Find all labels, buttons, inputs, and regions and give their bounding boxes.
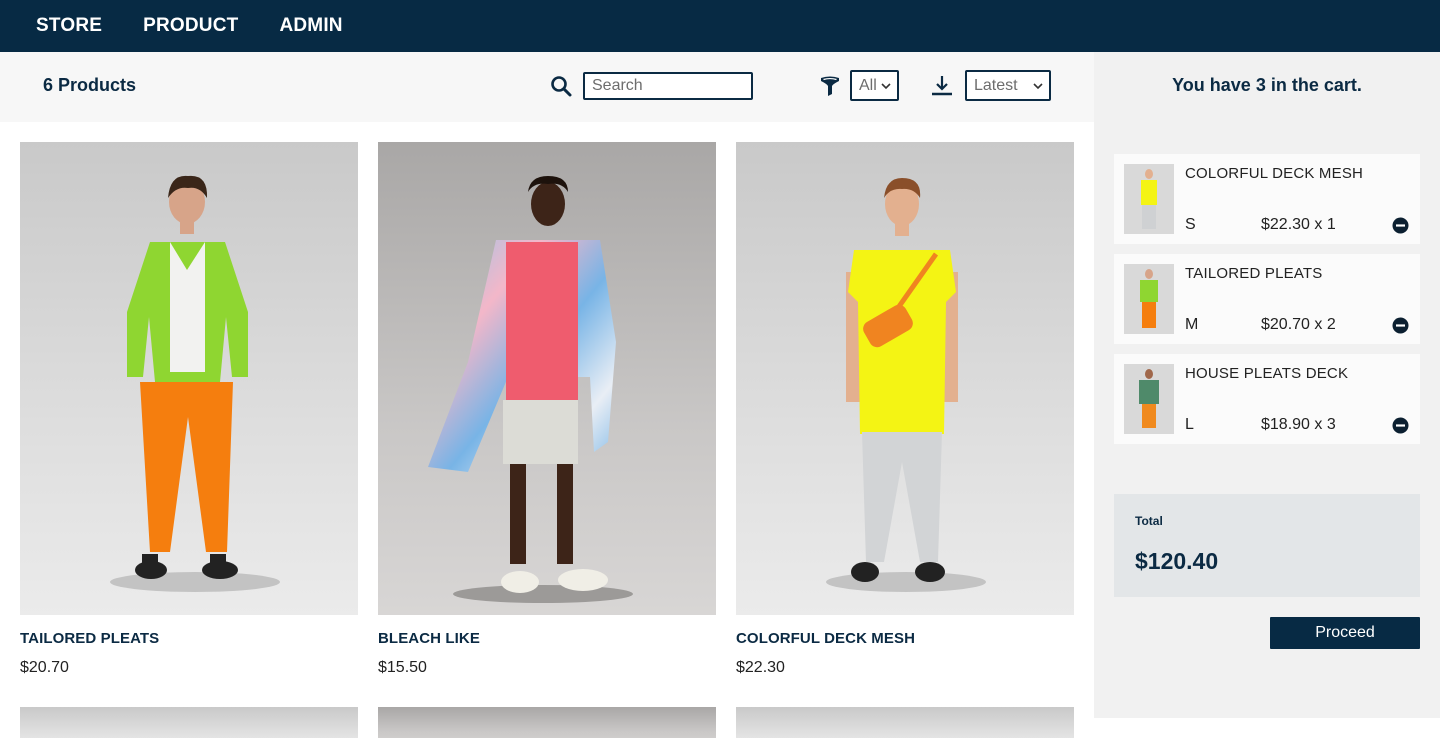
chevron-down-icon: [1033, 83, 1043, 90]
product-image[interactable]: [378, 707, 716, 738]
product-name[interactable]: COLORFUL DECK MESH: [736, 630, 915, 647]
size-filter-value: All: [859, 76, 877, 94]
chevron-down-icon: [881, 83, 891, 90]
size-filter-select[interactable]: All: [850, 70, 899, 101]
cart-item-size: S: [1185, 216, 1196, 233]
sort-icon[interactable]: [930, 75, 954, 97]
cart-sidebar: You have 3 in the cart. COLORFUL DECK ME…: [1094, 52, 1440, 718]
remove-icon[interactable]: [1392, 417, 1409, 434]
product-price: $20.70: [20, 659, 69, 676]
product-image[interactable]: [736, 142, 1074, 615]
product-price: $15.50: [378, 659, 427, 676]
cart-item: COLORFUL DECK MESH S $22.30 x 1: [1114, 154, 1420, 244]
cart-item-name: HOUSE PLEATS DECK: [1185, 365, 1349, 382]
cart-item-price: $20.70 x 2: [1261, 316, 1336, 333]
cart-title: You have 3 in the cart.: [1172, 75, 1362, 95]
cart-item-size: M: [1185, 316, 1199, 333]
search-input[interactable]: [583, 72, 753, 100]
product-count: 6 Products: [43, 75, 137, 95]
nav-admin[interactable]: ADMIN: [279, 15, 342, 37]
sort-value: Latest: [974, 76, 1018, 94]
top-nav: STORE PRODUCT ADMIN: [0, 0, 1440, 52]
cart-total-box: Total $120.40: [1114, 494, 1420, 597]
cart-item-price: $18.90 x 3: [1261, 416, 1336, 433]
product-image[interactable]: [736, 707, 1074, 738]
cart-total-value: $120.40: [1135, 548, 1219, 574]
remove-icon[interactable]: [1392, 217, 1409, 234]
cart-item-name: TAILORED PLEATS: [1185, 265, 1323, 282]
cart-item-image: [1124, 264, 1174, 334]
proceed-button[interactable]: Proceed: [1270, 617, 1420, 649]
cart-item-price: $22.30 x 1: [1261, 216, 1336, 233]
cart-item: TAILORED PLEATS M $20.70 x 2: [1114, 254, 1420, 344]
cart-item-size: L: [1185, 416, 1194, 433]
cart-item-name: COLORFUL DECK MESH: [1185, 165, 1364, 182]
nav-store[interactable]: STORE: [36, 15, 102, 37]
product-name[interactable]: BLEACH LIKE: [378, 630, 480, 647]
product-name[interactable]: TAILORED PLEATS: [20, 630, 159, 647]
remove-icon[interactable]: [1392, 317, 1409, 334]
cart-total-label: Total: [1135, 514, 1163, 528]
search-icon[interactable]: [549, 74, 573, 98]
nav-product[interactable]: PRODUCT: [143, 15, 238, 37]
cart-item-image: [1124, 364, 1174, 434]
cart-item: HOUSE PLEATS DECK L $18.90 x 3: [1114, 354, 1420, 444]
cart-item-image: [1124, 164, 1174, 234]
product-price: $22.30: [736, 659, 785, 676]
product-image[interactable]: [378, 142, 716, 615]
sort-select[interactable]: Latest: [965, 70, 1051, 101]
product-image[interactable]: [20, 142, 358, 615]
product-image[interactable]: [20, 707, 358, 738]
filter-icon[interactable]: [819, 75, 841, 97]
